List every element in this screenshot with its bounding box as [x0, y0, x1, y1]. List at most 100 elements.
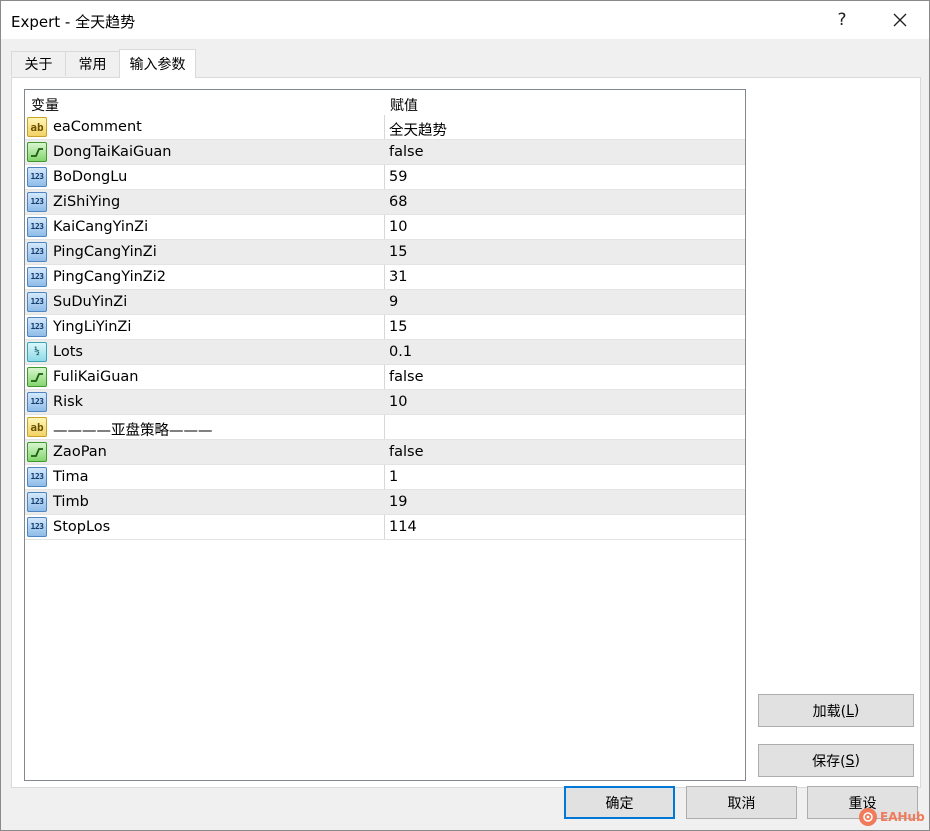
variable-name: PingCangYinZi — [53, 244, 157, 260]
number-icon: 123 — [27, 192, 47, 212]
number-icon: 123 — [27, 392, 47, 412]
variable-value[interactable]: false — [389, 144, 424, 160]
number-icon: 123 — [27, 267, 47, 287]
variable-name: DongTaiKaiGuan — [53, 144, 172, 160]
variable-name: Risk — [53, 394, 84, 410]
table-row[interactable]: FuliKaiGuan false — [25, 365, 745, 390]
save-button-label: 保存( — [812, 753, 846, 770]
double-icon: ½ — [27, 342, 47, 362]
tab-label: 输入参数 — [129, 57, 186, 73]
variable-name: PingCangYinZi2 — [53, 269, 166, 285]
variable-name: Tima — [53, 469, 89, 485]
variable-value[interactable]: 19 — [389, 494, 407, 510]
variable-name: ZaoPan — [53, 444, 107, 460]
header-value[interactable]: 赋值 — [390, 95, 418, 115]
variable-value[interactable]: false — [389, 369, 424, 385]
close-button[interactable] — [877, 1, 923, 39]
variable-value[interactable]: 1 — [389, 469, 398, 485]
table-row[interactable]: ab ————亚盘策略——— — [25, 415, 745, 440]
number-icon: 123 — [27, 317, 47, 337]
tab-inputs[interactable]: 输入参数 — [119, 49, 196, 78]
table-row[interactable]: ½ Lots 0.1 — [25, 340, 745, 365]
table-row[interactable]: 123 StopLos 114 — [25, 515, 745, 540]
save-button[interactable]: 保存(S) — [758, 744, 914, 777]
watermark: EAHub — [859, 806, 925, 828]
eahub-logo-icon — [859, 808, 877, 826]
ok-label: 确定 — [605, 795, 634, 812]
help-button[interactable]: ? — [819, 1, 865, 39]
table-row[interactable]: 123 Risk 10 — [25, 390, 745, 415]
variable-name: eaComment — [53, 119, 142, 135]
variable-name: BoDongLu — [53, 169, 128, 185]
variable-value[interactable]: 15 — [389, 244, 407, 260]
table-row[interactable]: ZaoPan false — [25, 440, 745, 465]
number-icon: 123 — [27, 467, 47, 487]
grid-header: 变量 赋值 — [25, 90, 745, 115]
variable-name: ————亚盘策略——— — [53, 423, 213, 439]
table-row[interactable]: 123 BoDongLu 59 — [25, 165, 745, 190]
help-icon: ? — [837, 10, 847, 30]
bool-icon — [27, 442, 47, 462]
variable-value[interactable]: 59 — [389, 169, 407, 185]
title-bar: Expert - 全天趋势 ? — [1, 1, 929, 39]
tab-common[interactable]: 常用 — [65, 51, 120, 76]
variable-name: SuDuYinZi — [53, 294, 128, 310]
variable-name: StopLos — [53, 519, 111, 535]
table-row[interactable]: 123 Tima 1 — [25, 465, 745, 490]
table-row[interactable]: DongTaiKaiGuan false — [25, 140, 745, 165]
tab-about[interactable]: 关于 — [11, 51, 66, 76]
cancel-button[interactable]: 取消 — [686, 786, 797, 819]
tab-label: 关于 — [24, 57, 53, 73]
load-button-label: 加载( — [812, 703, 847, 720]
string-icon: ab — [27, 417, 47, 437]
tab-label: 常用 — [78, 57, 107, 73]
load-hotkey: L — [846, 702, 854, 719]
variable-value[interactable]: 114 — [389, 519, 417, 535]
number-icon: 123 — [27, 167, 47, 187]
variable-name: Lots — [53, 344, 83, 360]
table-row[interactable]: 123 Timb 19 — [25, 490, 745, 515]
string-icon: ab — [27, 117, 47, 137]
window-title: Expert - 全天趋势 — [11, 13, 136, 31]
bool-icon — [27, 367, 47, 387]
variable-name: KaiCangYinZi — [53, 219, 149, 235]
table-row[interactable]: 123 PingCangYinZi2 31 — [25, 265, 745, 290]
variable-name: Timb — [53, 494, 89, 510]
variable-name: YingLiYinZi — [53, 319, 132, 335]
number-icon: 123 — [27, 292, 47, 312]
table-row[interactable]: 123 ZiShiYing 68 — [25, 190, 745, 215]
inputs-panel: 变量 赋值 ab eaComment 全天趋势 DongTaiKaiGuan false… — [11, 77, 921, 788]
table-row[interactable]: 123 PingCangYinZi 15 — [25, 240, 745, 265]
variable-name: ZiShiYing — [53, 194, 121, 210]
save-suffix: ) — [854, 752, 860, 769]
variable-value[interactable]: 全天趋势 — [389, 119, 447, 140]
number-icon: 123 — [27, 217, 47, 237]
number-icon: 123 — [27, 517, 47, 537]
table-row[interactable]: 123 SuDuYinZi 9 — [25, 290, 745, 315]
load-button[interactable]: 加载(L) — [758, 694, 914, 727]
table-row[interactable]: ab eaComment 全天趋势 — [25, 115, 745, 140]
variable-value[interactable]: 68 — [389, 194, 407, 210]
cancel-label: 取消 — [727, 795, 756, 812]
number-icon: 123 — [27, 492, 47, 512]
watermark-text: EAHub — [880, 810, 925, 824]
ok-button[interactable]: 确定 — [564, 786, 675, 819]
variable-value[interactable]: 0.1 — [389, 344, 412, 360]
table-row[interactable]: 123 KaiCangYinZi 10 — [25, 215, 745, 240]
variable-name: FuliKaiGuan — [53, 369, 139, 385]
save-hotkey: S — [845, 752, 855, 769]
bool-icon — [27, 142, 47, 162]
parameters-grid: 变量 赋值 ab eaComment 全天趋势 DongTaiKaiGuan false… — [24, 89, 746, 781]
variable-value[interactable]: 10 — [389, 394, 407, 410]
variable-value[interactable]: 10 — [389, 219, 407, 235]
close-icon — [893, 13, 907, 27]
table-row[interactable]: 123 YingLiYinZi 15 — [25, 315, 745, 340]
variable-value[interactable]: 15 — [389, 319, 407, 335]
variable-value[interactable]: 31 — [389, 269, 407, 285]
number-icon: 123 — [27, 242, 47, 262]
load-suffix: ) — [853, 702, 860, 719]
header-variable[interactable]: 变量 — [31, 95, 59, 115]
variable-value[interactable]: false — [389, 444, 424, 460]
expert-dialog: Expert - 全天趋势 ? 关于 常用 输入参数 变量 赋值 ab eaCo… — [0, 0, 930, 831]
variable-value[interactable]: 9 — [389, 294, 398, 310]
